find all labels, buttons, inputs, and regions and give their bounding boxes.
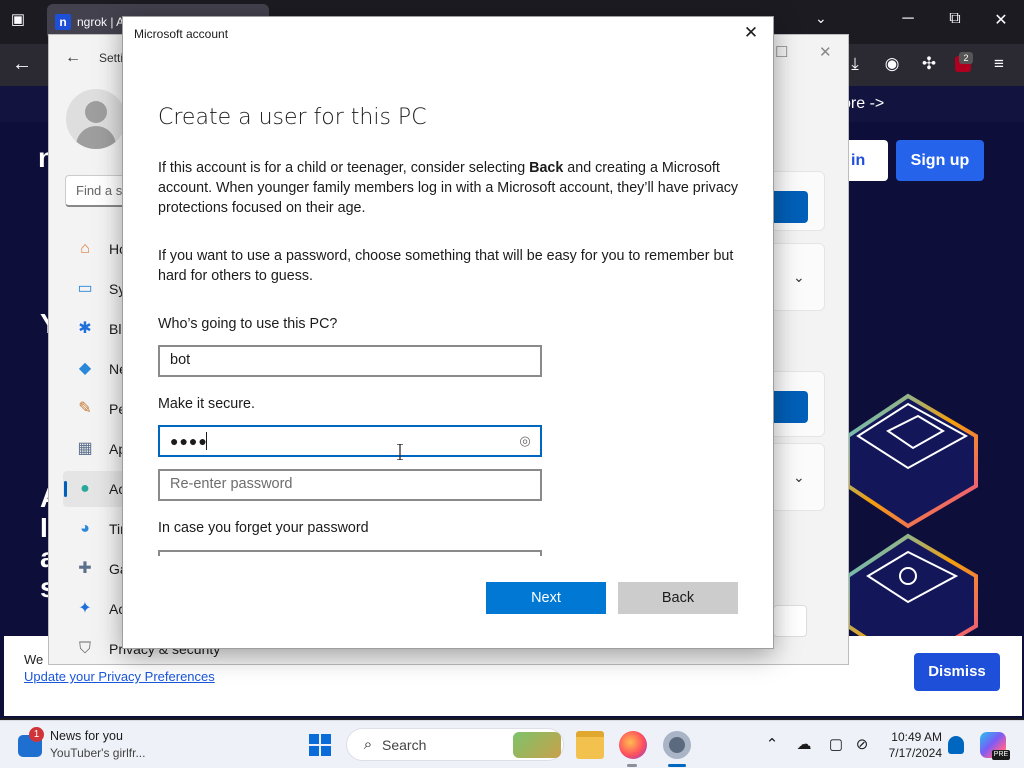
security-questions-label: In case you forget your password <box>158 520 369 536</box>
chevron-down-icon[interactable]: ⌄ <box>793 469 805 486</box>
personalization-icon: ✎ <box>78 400 92 417</box>
accessibility-icon: ✦ <box>78 600 92 617</box>
child-account-notice: If this account is for a child or teenag… <box>158 160 739 216</box>
privacy-preferences-link[interactable]: Update your Privacy Preferences <box>24 669 215 684</box>
dialog-close-button[interactable]: ✕ <box>737 21 765 45</box>
settings-close-icon[interactable]: ✕ <box>819 43 832 61</box>
chevron-down-icon[interactable]: ⌄ <box>793 269 805 286</box>
settings-title: Setti <box>99 51 124 65</box>
dialog-titlebar: Microsoft account ✕ <box>123 17 773 49</box>
settings-back-icon[interactable]: ← <box>65 49 81 67</box>
search-highlight-icon <box>513 732 561 758</box>
reveal-password-eye-icon[interactable]: ◎ <box>516 433 534 449</box>
account-icon[interactable]: ◉ <box>881 54 903 74</box>
network-icon: ◆ <box>78 360 92 377</box>
browser-minimize-button[interactable]: ─ <box>893 10 923 28</box>
next-button[interactable]: Next <box>486 582 606 614</box>
tab-list-icon[interactable]: ▣ <box>8 10 28 30</box>
password-label: Make it secure. <box>158 396 255 412</box>
signup-button[interactable]: Sign up <box>896 140 984 181</box>
password-advice: If you want to use a password, choose so… <box>158 248 734 284</box>
news-widget-title[interactable]: News for you <box>50 729 123 743</box>
username-field[interactable]: bot <box>158 345 542 377</box>
active-indicator <box>64 481 67 497</box>
security-question-field[interactable] <box>158 550 542 556</box>
username-label: Who’s going to use this PC? <box>158 316 338 332</box>
password-masked-value: ●●●● <box>170 433 208 449</box>
text-caret <box>206 432 207 450</box>
copilot-preview-badge: PRE <box>992 750 1010 760</box>
system-icon: ▭ <box>77 280 93 297</box>
firefox-running-indicator <box>627 764 637 767</box>
login-button[interactable]: in <box>846 140 888 181</box>
reenter-password-field[interactable]: Re-enter password <box>158 469 542 501</box>
network-offline-icon[interactable]: ☁ <box>794 735 814 755</box>
microsoft-account-dialog: Microsoft account ✕ Create a user for th… <box>122 16 774 649</box>
tray-chevron-up-icon[interactable]: ⌃ <box>762 735 782 755</box>
back-button[interactable]: Back <box>618 582 738 614</box>
taskbar: 1 News for you YouTuber's girlfr... ⌕ Se… <box>0 720 1024 768</box>
settings-running-indicator <box>668 764 686 767</box>
time-language-icon: ◕ <box>80 520 90 537</box>
bluetooth-icon: ✱ <box>78 320 92 337</box>
taskbar-search-placeholder: Search <box>382 737 427 753</box>
hero-text-fragment: I <box>40 512 48 543</box>
settings-secondary-button[interactable] <box>773 605 807 637</box>
page-title: Create a user for this PC <box>158 105 427 130</box>
ngrok-favicon-icon: n <box>55 14 71 30</box>
extension-badge: 2 <box>959 52 973 64</box>
hero-illustration <box>848 393 978 636</box>
browser-close-button[interactable]: ✕ <box>986 10 1016 30</box>
notification-bell-icon[interactable] <box>948 736 964 754</box>
settings-gear-icon[interactable] <box>663 731 691 759</box>
dismiss-button[interactable]: Dismiss <box>914 653 1000 691</box>
accounts-icon: ● <box>80 480 90 497</box>
sidebar-item-label: Bl <box>109 321 122 337</box>
search-icon: ⌕ <box>363 736 373 753</box>
browser-back-icon[interactable]: ← <box>12 53 32 76</box>
tab-overflow-chevron-icon[interactable]: ⌄ <box>815 10 827 27</box>
clock-date: 7/17/2024 <box>888 746 942 760</box>
privacy-text: We <box>24 652 44 667</box>
avatar <box>66 89 126 149</box>
gaming-icon: ✚ <box>78 560 92 577</box>
ibeam-cursor-icon <box>397 444 403 460</box>
settings-maximize-icon[interactable]: ☐ <box>775 43 788 61</box>
apps-icon: ▦ <box>77 440 93 457</box>
news-widget-subtitle[interactable]: YouTuber's girlfr... <box>50 746 145 760</box>
back-emphasis: Back <box>529 160 564 176</box>
home-icon: ⌂ <box>80 240 90 257</box>
volume-muted-icon[interactable]: ⊘ <box>852 735 872 755</box>
clock-time: 10:49 AM <box>891 730 942 744</box>
menu-icon[interactable]: ≡ <box>988 54 1010 74</box>
shield-icon: ⛉ <box>78 640 91 657</box>
start-windows-icon[interactable] <box>309 734 331 756</box>
news-badge: 1 <box>29 727 44 742</box>
firefox-icon[interactable] <box>619 731 647 759</box>
taskbar-search-box[interactable]: ⌕ Search <box>346 728 564 761</box>
file-explorer-icon[interactable] <box>576 731 604 759</box>
browser-restore-button[interactable]: ⧉ <box>940 10 970 28</box>
extensions-icon[interactable]: ✣ <box>918 54 940 74</box>
display-icon[interactable]: ▢ <box>826 735 846 755</box>
dialog-window-title: Microsoft account <box>134 27 229 41</box>
taskbar-clock[interactable]: 10:49 AM 7/17/2024 <box>880 729 942 761</box>
password-field[interactable]: ●●●● ◎ <box>158 425 542 457</box>
